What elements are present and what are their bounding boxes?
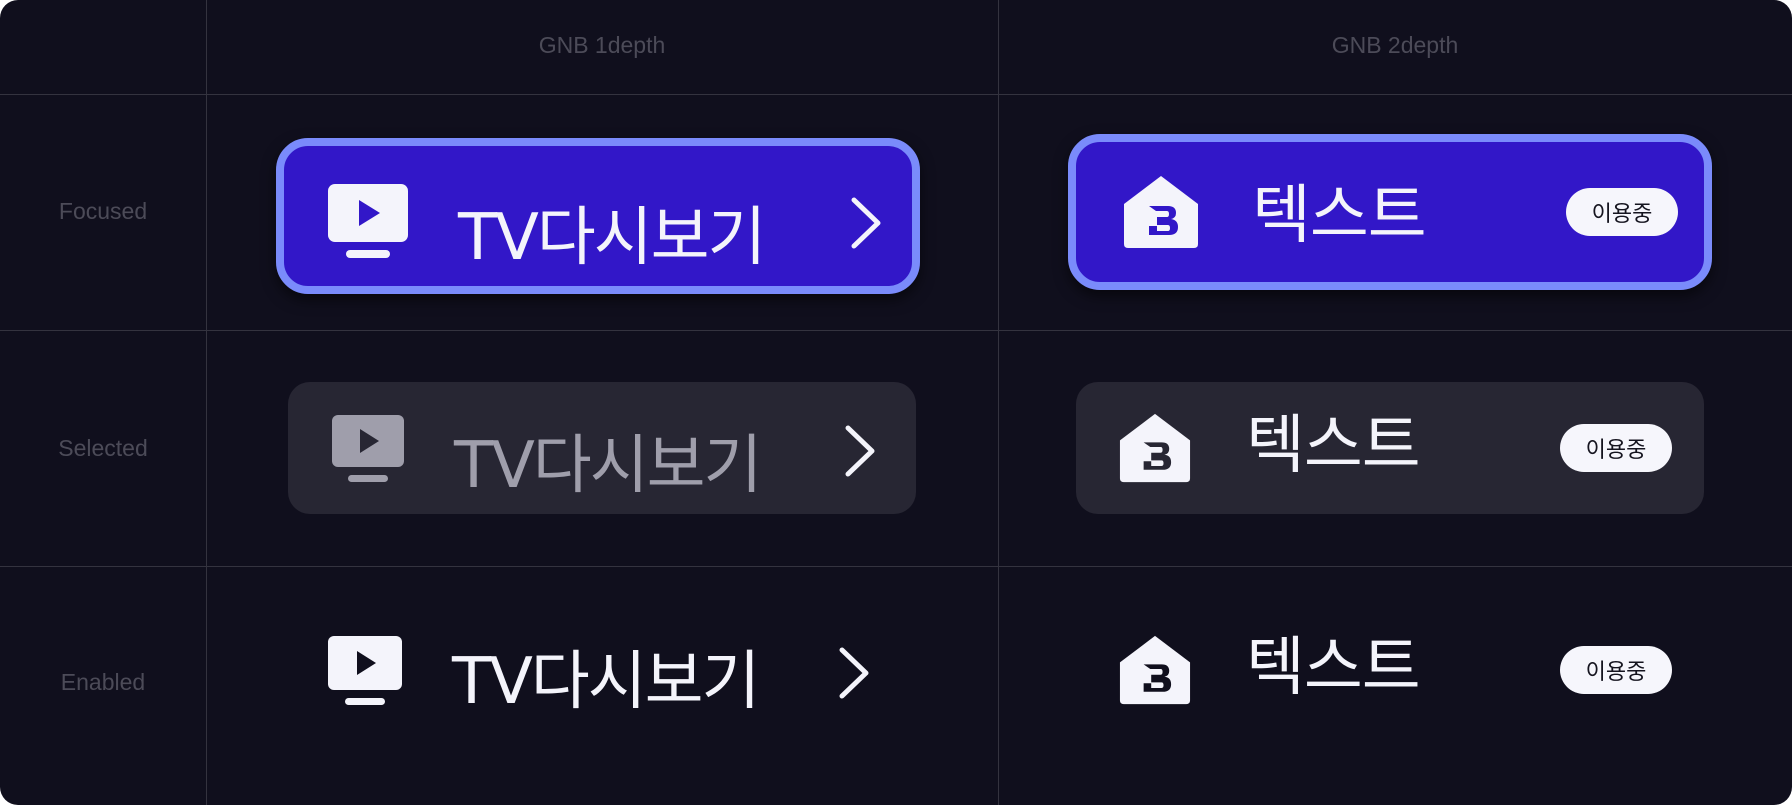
in-use-badge: 이용중 bbox=[1566, 188, 1678, 236]
gnb2-label: 텍스트 bbox=[1246, 409, 1421, 483]
row-header-enabled: Enabled bbox=[60, 669, 146, 695]
component-states-board: GNB 1depth GNB 2depth Focused Selected E… bbox=[0, 0, 1792, 805]
tv-play-icon bbox=[328, 636, 402, 705]
column-header-gnb-1depth: GNB 1depth bbox=[538, 32, 666, 58]
gnb2-label: 텍스트 bbox=[1252, 179, 1427, 253]
row-header-focused: Focused bbox=[58, 198, 148, 224]
row-header-selected: Selected bbox=[58, 435, 148, 461]
tv-play-icon bbox=[332, 415, 404, 482]
gnb2-item-focused[interactable]: 텍스트 이용중 bbox=[1068, 134, 1712, 290]
grid-divider bbox=[0, 566, 1792, 567]
gnb2-item-enabled[interactable]: 텍스트 이용중 bbox=[1076, 606, 1704, 738]
chevron-right-icon bbox=[845, 425, 875, 477]
grid-divider bbox=[998, 0, 999, 805]
tv-play-icon bbox=[328, 184, 408, 258]
gnb1-label: TV다시보기 bbox=[454, 429, 762, 503]
in-use-badge: 이용중 bbox=[1560, 424, 1672, 472]
home-b-icon bbox=[1119, 413, 1191, 483]
grid-divider bbox=[0, 330, 1792, 331]
grid-divider bbox=[206, 0, 207, 805]
gnb1-item-focused[interactable]: TV다시보기 bbox=[276, 138, 920, 294]
chevron-right-icon bbox=[851, 197, 881, 249]
chevron-right-icon bbox=[839, 647, 869, 699]
gnb2-label: 텍스트 bbox=[1246, 631, 1421, 705]
grid-divider bbox=[0, 94, 1792, 95]
gnb1-item-enabled[interactable]: TV다시보기 bbox=[288, 606, 916, 738]
home-b-icon bbox=[1124, 176, 1198, 248]
home-b-icon bbox=[1119, 635, 1191, 705]
column-header-gnb-2depth: GNB 2depth bbox=[1331, 32, 1459, 58]
in-use-badge: 이용중 bbox=[1560, 646, 1672, 694]
gnb1-label: TV다시보기 bbox=[452, 645, 760, 719]
gnb2-item-selected[interactable]: 텍스트 이용중 bbox=[1076, 382, 1704, 514]
gnb1-label: TV다시보기 bbox=[458, 201, 766, 275]
gnb1-item-selected[interactable]: TV다시보기 bbox=[288, 382, 916, 514]
